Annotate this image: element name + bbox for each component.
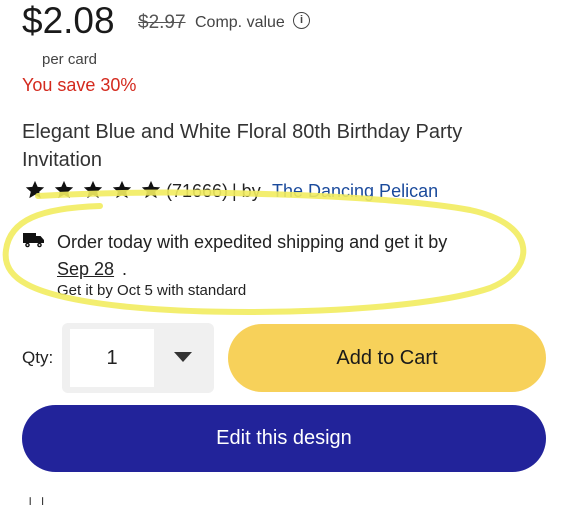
chevron-down-icon[interactable] [174, 352, 192, 362]
add-to-cart-label: Add to Cart [336, 346, 438, 369]
truncated-content: ╷ ╷ [26, 489, 47, 505]
edit-design-button[interactable]: Edit this design [22, 405, 546, 472]
qty-label: Qty: [22, 348, 54, 367]
edit-design-label: Edit this design [216, 427, 352, 449]
quantity-value[interactable]: 1 [70, 346, 154, 370]
add-to-cart-button[interactable]: Add to Cart [228, 324, 546, 392]
